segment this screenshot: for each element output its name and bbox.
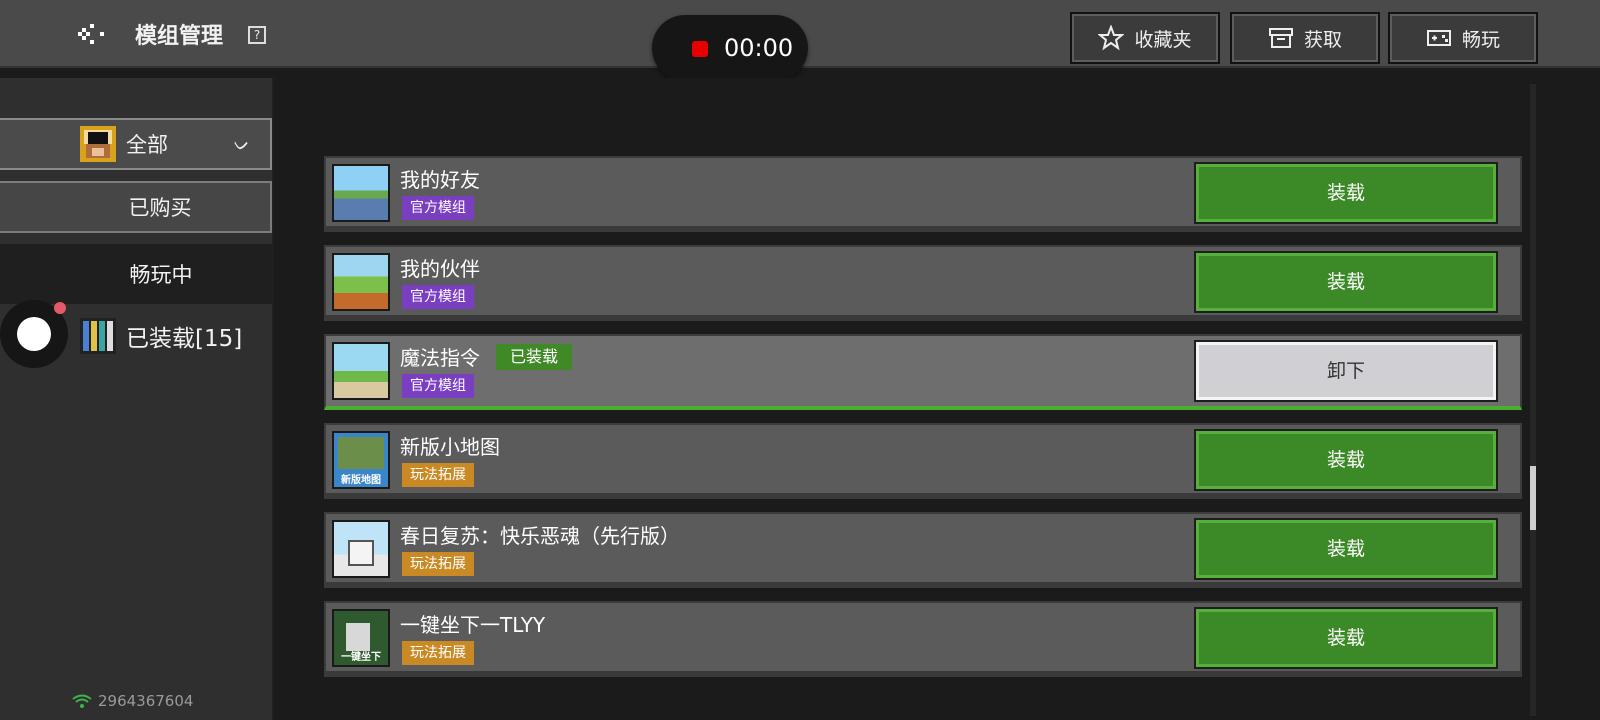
category-sidebar: 全部 ᨆ 已购买 畅玩中 已装载[15] 2964367604 [0,78,274,720]
mod-item: 春日复苏：快乐恶魂（先行版） 玩法拓展 装载 [324,512,1522,588]
back-arrow-icon[interactable] [76,20,108,48]
mod-name: 魔法指令 [400,346,480,370]
category-all[interactable]: 全部 ᨆ [0,118,272,170]
mod-tag: 玩法拓展 [402,641,474,665]
thumbnail-caption: 新版地图 [341,475,381,486]
help-icon[interactable]: ? [248,26,266,44]
mod-tag: 官方模组 [402,285,474,309]
mod-name: 春日复苏：快乐恶魂（先行版） [400,524,680,548]
archive-icon [1268,28,1293,48]
favorites-label: 收藏夹 [1134,28,1192,51]
mod-tag: 官方模组 [402,196,474,220]
mod-tag: 官方模组 [402,374,474,398]
installed-badge: 已装载 [496,344,573,370]
mod-name: 我的好友 [400,168,480,192]
load-button[interactable]: 装载 [1194,607,1498,669]
category-playing[interactable]: 畅玩中 [0,244,272,304]
mod-thumbnail [332,342,390,400]
play-button[interactable]: 畅玩 [1388,12,1538,64]
wifi-icon [72,694,92,708]
mod-thumbnail [332,164,390,222]
mod-tag: 玩法拓展 [402,463,474,487]
floating-button-core [17,317,51,351]
all-category-icon [80,126,116,162]
chevron-up-icon: ᨆ [233,134,250,155]
floating-assist-button[interactable] [0,300,68,368]
mod-name: 一键坐下一TLYY [400,613,546,637]
mod-name: 新版小地图 [400,435,500,459]
installed-mods-label: 已装载[15] [126,326,243,352]
thumbnail-caption: 一键坐下 [341,652,381,663]
chair-graphic [346,623,370,651]
category-all-label: 全部 [126,133,168,157]
mod-thumbnail [332,253,390,311]
mod-item: 一键坐下 一键坐下一TLYY 玩法拓展 装载 [324,601,1522,677]
notification-dot [54,302,66,314]
screen-record-pill[interactable]: 00:00 [652,15,808,81]
user-id: 2964367604 [72,692,193,710]
mod-thumbnail [332,520,390,578]
record-indicator-icon [692,41,708,57]
category-bought-label: 已购买 [128,196,192,220]
get-label: 获取 [1303,28,1342,51]
get-button[interactable]: 获取 [1230,12,1380,64]
record-timer: 00:00 [724,34,794,62]
mod-name: 我的伙伴 [400,257,480,281]
load-button[interactable]: 装载 [1194,251,1498,313]
ghast-graphic [348,540,374,566]
installed-mods-item[interactable]: 已装载[15] [80,318,242,354]
mod-item: 新版地图 新版小地图 玩法拓展 装载 [324,423,1522,499]
mod-item: 我的好友 官方模组 装载 [324,156,1522,232]
gamepad-icon [1426,30,1451,46]
mod-manager-screen: 模组管理 ? 00:00 收藏夹 获取 畅玩 全部 ᨆ 已购买 畅玩中 已装载[… [0,0,1600,720]
mod-item-installed: 魔法指令 已装载 官方模组 卸下 [324,334,1522,410]
load-button[interactable]: 装载 [1194,518,1498,580]
category-bought[interactable]: 已购买 [0,181,272,233]
scrollbar-thumb[interactable] [1530,466,1536,530]
mod-thumbnail: 一键坐下 [332,609,390,667]
unload-button[interactable]: 卸下 [1194,340,1498,402]
map-thumbnail-graphic [338,437,384,469]
user-id-text: 2964367604 [98,692,194,710]
mod-list: 我的好友 官方模组 装载 我的伙伴 官方模组 装载 魔法指令 已装载 官方模组 … [276,78,1600,720]
mod-thumbnail: 新版地图 [332,431,390,489]
star-icon [1098,25,1125,51]
scrollbar-track[interactable] [1530,84,1536,716]
page-title: 模组管理 [135,24,224,49]
mod-tag: 玩法拓展 [402,552,474,576]
category-playing-label: 畅玩中 [129,263,193,287]
top-bar: 模组管理 ? 00:00 收藏夹 获取 畅玩 [0,0,1600,81]
bookshelf-icon [80,318,116,354]
load-button[interactable]: 装载 [1194,162,1498,224]
mod-item: 我的伙伴 官方模组 装载 [324,245,1522,321]
play-label: 畅玩 [1461,28,1500,51]
favorites-button[interactable]: 收藏夹 [1070,12,1220,64]
load-button[interactable]: 装载 [1194,429,1498,491]
